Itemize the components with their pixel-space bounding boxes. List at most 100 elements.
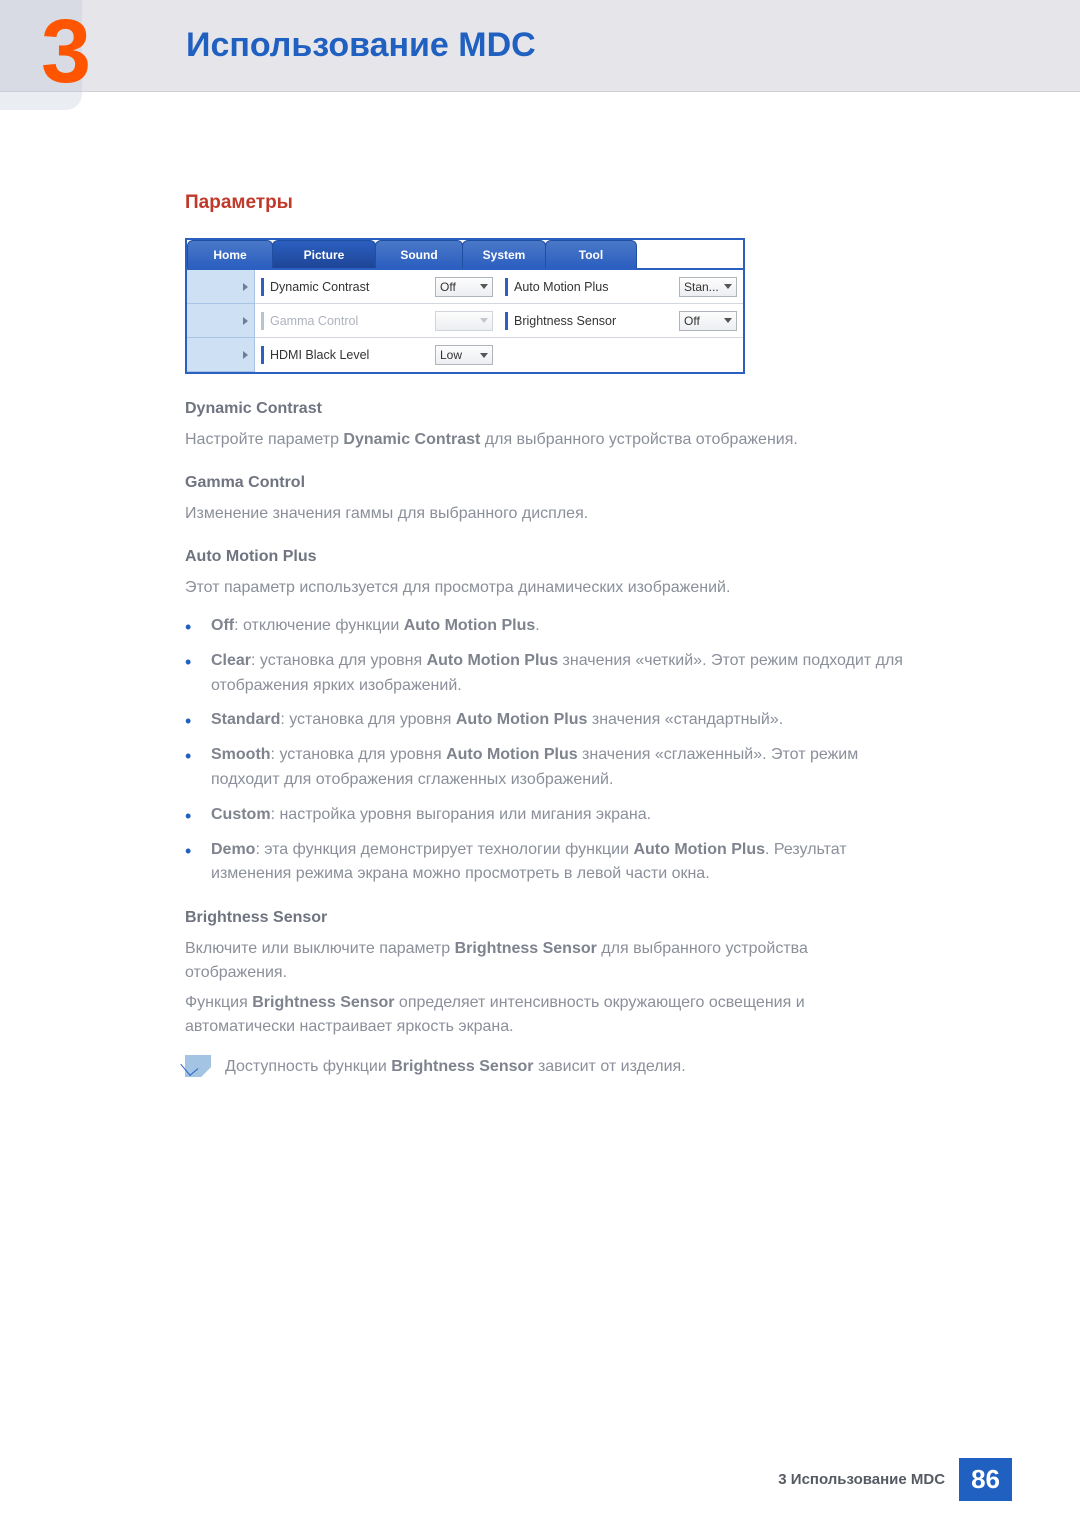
text-bold: Auto Motion Plus: [456, 711, 588, 728]
chevron-down-icon: [724, 284, 732, 289]
dropdown-value: Off: [684, 314, 700, 328]
list-item: Standard: установка для уровня Auto Moti…: [211, 708, 910, 733]
setting-dynamic-contrast: Dynamic Contrast Off: [255, 270, 499, 303]
indicator-bar: [261, 346, 264, 364]
list-item: Custom: настройка уровня выгорания или м…: [211, 803, 910, 828]
app-row: HDMI Black Level Low: [255, 338, 743, 372]
indicator-bar: [505, 278, 508, 296]
dropdown-brightness-sensor[interactable]: Off: [679, 311, 737, 331]
tab-home[interactable]: Home: [187, 240, 273, 268]
subsection-auto-motion-plus: Auto Motion Plus: [185, 548, 910, 566]
text: : установка для уровня: [251, 652, 427, 669]
list-item: Off: отключение функции Auto Motion Plus…: [211, 614, 910, 639]
footer-chapter-label: 3 Использование MDC: [778, 1471, 945, 1488]
text: .: [535, 617, 539, 634]
text: : отключение функции: [234, 617, 404, 634]
note-text: Доступность функции Brightness Sensor за…: [225, 1055, 686, 1079]
chevron-right-icon: [243, 283, 248, 291]
text-bold: Standard: [211, 711, 280, 728]
setting-brightness-sensor: Brightness Sensor Off: [499, 304, 743, 337]
text-bold: Auto Motion Plus: [446, 746, 578, 763]
text-bold: Smooth: [211, 746, 271, 763]
text: : установка для уровня: [271, 746, 447, 763]
setting-auto-motion-plus: Auto Motion Plus Stan...: [499, 270, 743, 303]
paragraph: Функция Brightness Sensor определяет инт…: [185, 991, 910, 1039]
nav-row[interactable]: [187, 304, 254, 338]
list-item: Demo: эта функция демонстрирует технолог…: [211, 838, 910, 888]
chevron-down-icon: [480, 284, 488, 289]
app-row: Gamma Control Brightness Sensor Off: [255, 304, 743, 338]
tab-sound[interactable]: Sound: [375, 240, 463, 268]
dropdown-dynamic-contrast[interactable]: Off: [435, 277, 493, 297]
text-bold: Demo: [211, 841, 255, 858]
dropdown-gamma-control: [435, 311, 493, 331]
app-row: Dynamic Contrast Off Auto Motion Plus St…: [255, 270, 743, 304]
paragraph: Включите или выключите параметр Brightne…: [185, 937, 910, 985]
setting-label: Brightness Sensor: [514, 314, 673, 328]
app-tab-bar: Home Picture Sound System Tool: [187, 240, 743, 268]
tab-system[interactable]: System: [462, 240, 546, 268]
app-left-pane: [187, 270, 255, 372]
text-bold: Custom: [211, 806, 271, 823]
paragraph: Настройте параметр Dynamic Contrast для …: [185, 428, 910, 452]
note-block: Доступность функции Brightness Sensor за…: [185, 1055, 910, 1085]
text-bold: Dynamic Contrast: [343, 431, 480, 448]
list-item: Smooth: установка для уровня Auto Motion…: [211, 743, 910, 793]
text: значения «стандартный».: [587, 711, 783, 728]
dropdown-auto-motion-plus[interactable]: Stan...: [679, 277, 737, 297]
dropdown-hdmi-black-level[interactable]: Low: [435, 345, 493, 365]
chevron-down-icon: [480, 353, 488, 358]
chapter-header: 3 Использование MDC: [0, 0, 1080, 92]
text-bold: Brightness Sensor: [252, 994, 394, 1011]
text: : эта функция демонстрирует технологии ф…: [255, 841, 633, 858]
text: Включите или выключите параметр: [185, 940, 455, 957]
nav-row[interactable]: [187, 270, 254, 304]
text-bold: Off: [211, 617, 234, 634]
text-bold: Brightness Sensor: [455, 940, 597, 957]
text: Функция: [185, 994, 252, 1011]
text-bold: Auto Motion Plus: [404, 617, 536, 634]
chevron-right-icon: [243, 351, 248, 359]
page-number: 86: [959, 1458, 1012, 1501]
subsection-gamma-control: Gamma Control: [185, 474, 910, 492]
setting-hdmi-black-level: HDMI Black Level Low: [255, 338, 499, 372]
text-bold: Clear: [211, 652, 251, 669]
text: Настройте параметр: [185, 431, 343, 448]
subsection-dynamic-contrast: Dynamic Contrast: [185, 400, 910, 418]
note-icon: [185, 1055, 211, 1077]
dropdown-value: Stan...: [684, 280, 719, 294]
chapter-badge: 3: [0, 0, 160, 91]
text: Доступность функции: [225, 1058, 391, 1075]
text-bold: Auto Motion Plus: [633, 841, 765, 858]
chevron-down-icon: [480, 318, 488, 323]
text-bold: Brightness Sensor: [391, 1058, 533, 1075]
list-item: Clear: установка для уровня Auto Motion …: [211, 649, 910, 699]
paragraph: Изменение значения гаммы для выбранного …: [185, 502, 910, 526]
text: зависит от изделия.: [534, 1058, 686, 1075]
indicator-bar: [505, 312, 508, 330]
text-bold: Auto Motion Plus: [427, 652, 559, 669]
setting-label: HDMI Black Level: [270, 348, 429, 362]
setting-gamma-control: Gamma Control: [255, 304, 499, 337]
paragraph: Этот параметр используется для просмотра…: [185, 576, 910, 600]
page-footer: 3 Использование MDC 86: [778, 1458, 1012, 1501]
chapter-number: 3: [41, 7, 91, 97]
amp-bullet-list: Off: отключение функции Auto Motion Plus…: [185, 614, 910, 887]
dropdown-value: Low: [440, 348, 462, 362]
indicator-bar: [261, 312, 264, 330]
dropdown-value: Off: [440, 280, 456, 294]
indicator-bar: [261, 278, 264, 296]
empty-cell: [499, 338, 743, 372]
text: : установка для уровня: [280, 711, 456, 728]
chevron-down-icon: [724, 318, 732, 323]
setting-label: Auto Motion Plus: [514, 280, 673, 294]
app-screenshot: Home Picture Sound System Tool: [185, 238, 745, 374]
section-title: Параметры: [185, 192, 910, 214]
subsection-brightness-sensor: Brightness Sensor: [185, 909, 910, 927]
setting-label: Gamma Control: [270, 314, 429, 328]
text: для выбранного устройства отображения.: [480, 431, 798, 448]
nav-row[interactable]: [187, 338, 254, 372]
tab-picture[interactable]: Picture: [272, 240, 376, 268]
tab-tool[interactable]: Tool: [545, 240, 637, 268]
chapter-title: Использование MDC: [186, 26, 536, 65]
